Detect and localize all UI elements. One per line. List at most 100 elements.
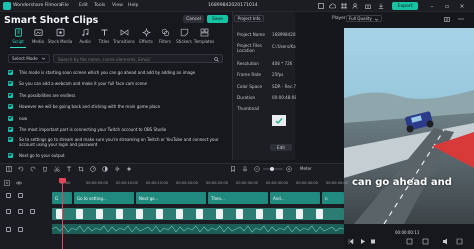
tab-transitions[interactable]: Transitions	[113, 26, 135, 48]
link-icon[interactable]	[16, 180, 22, 186]
user-icon[interactable]	[352, 3, 358, 9]
search-icon[interactable]	[214, 56, 219, 62]
tab-templates[interactable]: Templates	[194, 26, 214, 48]
speed-icon[interactable]	[90, 166, 96, 172]
add-track-icon[interactable]	[4, 180, 10, 186]
meter-label[interactable]: Meter	[300, 166, 312, 171]
script-row-text: Next go to your output	[19, 152, 65, 158]
lock-icon[interactable]	[6, 209, 11, 214]
zoom-out-icon[interactable]	[254, 166, 260, 172]
tab-filters[interactable]: Filters	[155, 26, 175, 48]
gift-icon[interactable]	[365, 3, 371, 9]
tab-stock-media[interactable]: Stock Media	[48, 26, 72, 48]
row-checkbox[interactable]	[8, 126, 13, 132]
lock-icon[interactable]	[6, 193, 11, 198]
row-checkbox[interactable]	[8, 115, 13, 121]
script-row[interactable]: now	[8, 114, 228, 123]
title-clip-label: n	[325, 195, 328, 201]
delete-icon[interactable]	[42, 166, 48, 172]
title-clip[interactable]: And...	[270, 192, 320, 204]
thumbnail-image[interactable]	[272, 115, 286, 126]
menu-tools[interactable]: Tools	[94, 3, 105, 8]
tab-script[interactable]: Script	[8, 26, 28, 48]
crop-icon[interactable]	[78, 166, 84, 172]
project-title: 16899842020171014	[208, 3, 258, 8]
lock-icon[interactable]	[6, 227, 11, 232]
media-icon	[33, 28, 43, 37]
layout-icon[interactable]	[318, 3, 324, 9]
tab-audio[interactable]: Audio	[75, 26, 95, 48]
edit-button[interactable]: Edit	[270, 144, 292, 151]
row-checkbox[interactable]	[8, 80, 13, 86]
search-input[interactable]	[58, 56, 198, 62]
text-icon[interactable]	[66, 166, 72, 172]
row-checkbox[interactable]	[8, 136, 13, 142]
audio-track[interactable]	[52, 224, 344, 234]
playhead-handle[interactable]	[59, 178, 66, 183]
color-icon[interactable]	[102, 166, 108, 172]
effects-icon	[141, 28, 151, 37]
menu-edit[interactable]: Edit	[79, 3, 88, 8]
menu-help[interactable]: Help	[128, 3, 138, 8]
tab-project-info[interactable]: Project Info	[234, 15, 264, 22]
select-mode-dropdown[interactable]: Select Mode	[8, 54, 50, 63]
tab-titles[interactable]: Titles	[94, 26, 114, 48]
more-icon[interactable]	[458, 16, 464, 22]
video-caption: can go ahead and	[352, 177, 452, 188]
script-row[interactable]: This mode is starting soon screen which …	[8, 68, 228, 77]
export-button[interactable]: Export	[392, 2, 418, 10]
marker-icon[interactable]	[230, 166, 236, 172]
video-preview[interactable]	[344, 28, 474, 224]
title-clip[interactable]: n	[322, 192, 344, 204]
quality-dropdown[interactable]: Full Quality	[346, 15, 382, 22]
speaker-icon[interactable]	[18, 227, 23, 232]
close-icon[interactable]: ×	[458, 2, 466, 10]
cloud-icon[interactable]	[329, 3, 336, 9]
script-row[interactable]: The most important part is connecting yo…	[8, 125, 228, 134]
title-clip[interactable]: Go to setting...	[74, 192, 134, 204]
row-checkbox[interactable]	[8, 92, 13, 98]
ruler-tick: 00:00:25:00	[206, 181, 228, 185]
cut-icon[interactable]	[54, 166, 60, 172]
zoom-in-icon[interactable]	[286, 166, 292, 172]
snapshot-icon[interactable]	[444, 16, 450, 22]
cancel-button[interactable]: Cancel	[183, 15, 204, 23]
script-row[interactable]: Next go to your output	[8, 151, 228, 160]
minimize-icon[interactable]: –	[428, 2, 436, 10]
title-clip-label: G	[55, 195, 59, 201]
search-box[interactable]	[53, 54, 223, 63]
zoom-slider-handle[interactable]	[270, 167, 274, 171]
playhead[interactable]	[62, 179, 63, 249]
script-row[interactable]: However we will be going back and sticki…	[8, 102, 228, 111]
title-clip[interactable]: Next go...	[136, 192, 206, 204]
save-button[interactable]: Save	[207, 15, 228, 23]
tab-effects[interactable]: Effects	[136, 26, 156, 48]
script-row-text: This mode is starting soon screen which …	[19, 69, 196, 75]
title-clip[interactable]: Then...	[208, 192, 268, 204]
row-checkbox[interactable]	[8, 69, 13, 75]
menu-file[interactable]: File	[61, 3, 69, 8]
microphone-icon[interactable]	[242, 166, 248, 172]
script-row[interactable]: So to settings go to stream and make sur…	[8, 135, 228, 149]
menu-view[interactable]: View	[112, 3, 123, 8]
tab-stickers[interactable]: Stickers	[174, 26, 194, 48]
eye-icon[interactable]	[18, 193, 23, 198]
tab-media[interactable]: Media	[28, 26, 48, 48]
eye-icon[interactable]	[18, 209, 23, 214]
speaker-icon[interactable]	[30, 209, 35, 214]
script-row[interactable]: So you can add a webcam and make it your…	[8, 79, 228, 88]
maximize-icon[interactable]: ▫	[443, 2, 451, 10]
download-icon[interactable]	[378, 3, 384, 9]
tab-templates-label: Templates	[193, 39, 215, 44]
redo-icon[interactable]	[30, 166, 36, 172]
audio-wave-icon[interactable]	[114, 166, 120, 172]
split-icon[interactable]	[6, 166, 12, 172]
script-row[interactable]: The possibilities are endless	[8, 91, 228, 100]
undo-icon[interactable]	[18, 166, 24, 172]
timeline-ruler[interactable]: 00:00 00:00:05:00 00:00:10:00 00:00:15:0…	[44, 179, 348, 187]
row-checkbox[interactable]	[8, 152, 13, 158]
video-track[interactable]	[52, 208, 344, 220]
grid-icon[interactable]	[341, 3, 347, 9]
ai-icon[interactable]	[126, 166, 132, 172]
row-checkbox[interactable]	[8, 103, 13, 109]
